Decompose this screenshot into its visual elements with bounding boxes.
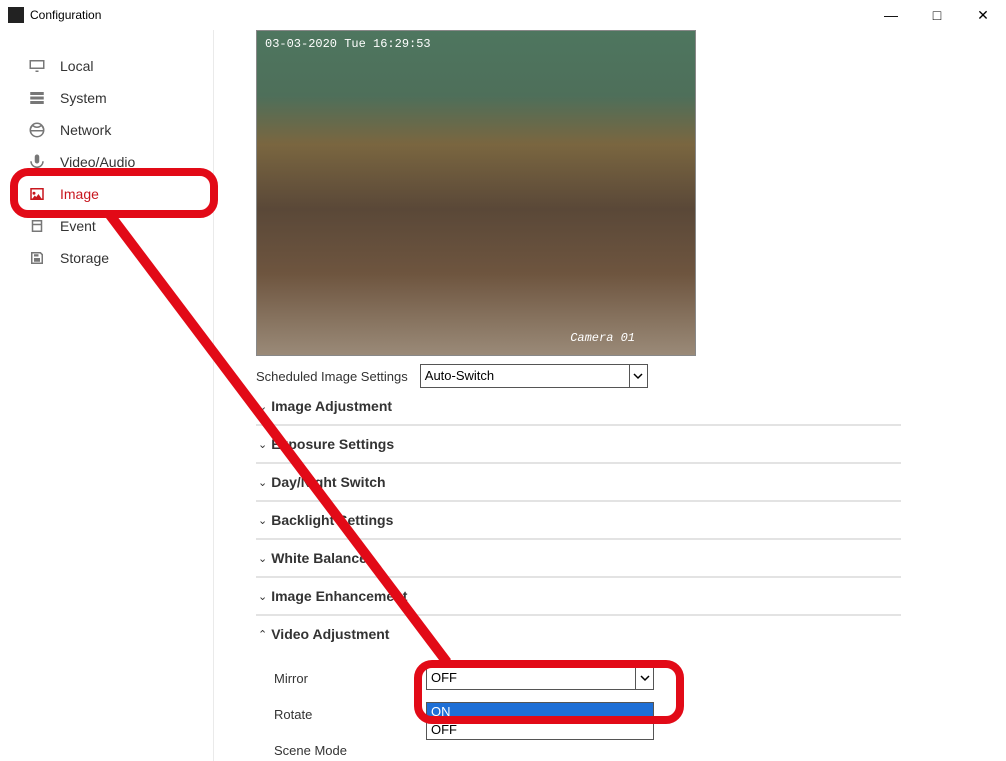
acc-exposure-settings[interactable]: ⌄ Exposure Settings (256, 426, 901, 464)
calendar-icon (28, 217, 46, 235)
sidebar-item-label: System (60, 90, 107, 106)
sidebar-item-label: Event (60, 218, 96, 234)
chevron-down-icon: ⌄ (258, 514, 267, 527)
acc-title: Exposure Settings (271, 436, 394, 452)
chevron-down-icon: ⌄ (258, 590, 267, 603)
scheduled-label: Scheduled Image Settings (256, 369, 408, 384)
scheduled-row: Scheduled Image Settings Auto-Switch (256, 364, 1006, 388)
maximize-button[interactable]: □ (914, 0, 960, 30)
acc-title: Image Adjustment (271, 398, 392, 414)
preview-timestamp: 03-03-2020 Tue 16:29:53 (265, 37, 431, 51)
rotate-dropdown[interactable]: ON OFF (426, 702, 654, 740)
system-icon (28, 89, 46, 107)
sidebar-item-image[interactable]: Image (0, 178, 213, 210)
acc-image-enhancement[interactable]: ⌄ Image Enhancement (256, 578, 901, 616)
chevron-up-icon: ⌃ (258, 628, 267, 641)
window-controls: — □ ✕ (868, 0, 1006, 30)
titlebar-left: Configuration (8, 7, 101, 23)
chevron-down-icon: ⌄ (258, 400, 267, 413)
content: 03-03-2020 Tue 16:29:53 Camera 01 Schedu… (214, 30, 1006, 761)
rotate-row: Rotate ON OFF (256, 696, 901, 732)
sidebar-item-video-audio[interactable]: Video/Audio (0, 146, 213, 178)
image-icon (28, 185, 46, 203)
monitor-icon (28, 57, 46, 75)
sidebar-item-event[interactable]: Event (0, 210, 213, 242)
chevron-down-icon: ⌄ (258, 476, 267, 489)
minimize-button[interactable]: — (868, 0, 914, 30)
acc-title: Video Adjustment (271, 626, 389, 642)
sidebar-item-local[interactable]: Local (0, 50, 213, 82)
sidebar-item-label: Local (60, 58, 93, 74)
sidebar-item-label: Network (60, 122, 111, 138)
acc-video-adjustment[interactable]: ⌃ Video Adjustment (256, 616, 901, 652)
acc-image-adjustment[interactable]: ⌄ Image Adjustment (256, 388, 901, 426)
rotate-label: Rotate (274, 707, 426, 722)
window-title: Configuration (30, 8, 101, 22)
mirror-label: Mirror (274, 671, 426, 686)
preview-camera-label: Camera 01 (570, 331, 635, 345)
acc-day-night-switch[interactable]: ⌄ Day/Night Switch (256, 464, 901, 502)
app-icon (8, 7, 24, 23)
sidebar-item-label: Storage (60, 250, 109, 266)
microphone-icon (28, 153, 46, 171)
globe-icon (28, 121, 46, 139)
sidebar-item-network[interactable]: Network (0, 114, 213, 146)
mirror-row: Mirror OFF (256, 660, 901, 696)
accordion: ⌄ Image Adjustment ⌄ Exposure Settings ⌄… (256, 388, 901, 761)
close-button[interactable]: ✕ (960, 0, 1006, 30)
acc-white-balance[interactable]: ⌄ White Balance (256, 540, 901, 578)
acc-title: Day/Night Switch (271, 474, 385, 490)
acc-title: Image Enhancement (271, 588, 407, 604)
sidebar: Local System Network Video/Audio Image E… (0, 30, 214, 761)
chevron-down-icon: ⌄ (258, 552, 267, 565)
rotate-select[interactable]: ON OFF (426, 702, 654, 726)
camera-preview: 03-03-2020 Tue 16:29:53 Camera 01 (256, 30, 696, 356)
save-icon (28, 249, 46, 267)
scheduled-select[interactable]: Auto-Switch (420, 364, 648, 388)
scene-mode-label: Scene Mode (274, 743, 426, 758)
sidebar-item-label: Image (60, 186, 99, 202)
acc-backlight-settings[interactable]: ⌄ Backlight Settings (256, 502, 901, 540)
main: Local System Network Video/Audio Image E… (0, 30, 1006, 761)
rotate-option-off[interactable]: OFF (427, 721, 653, 739)
sidebar-item-system[interactable]: System (0, 82, 213, 114)
acc-title: White Balance (271, 550, 367, 566)
sidebar-item-label: Video/Audio (60, 154, 135, 170)
window-titlebar: Configuration — □ ✕ (0, 0, 1006, 30)
chevron-down-icon: ⌄ (258, 438, 267, 451)
mirror-select[interactable]: OFF (426, 666, 654, 690)
rotate-option-on[interactable]: ON (427, 703, 653, 721)
sidebar-item-storage[interactable]: Storage (0, 242, 213, 274)
mirror-value[interactable]: OFF (426, 666, 654, 690)
acc-title: Backlight Settings (271, 512, 393, 528)
video-adjustment-content: Mirror OFF Rotate ON OFF (256, 652, 901, 761)
scheduled-value[interactable]: Auto-Switch (420, 364, 648, 388)
